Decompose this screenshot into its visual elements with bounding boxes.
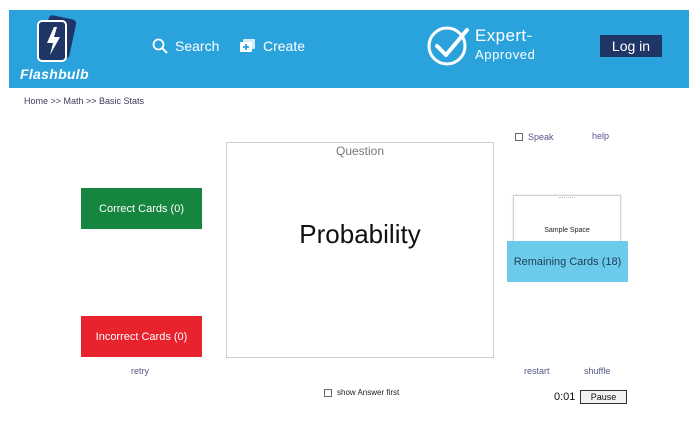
check-circle-icon [427,26,469,66]
nav-create[interactable]: Create [240,36,305,56]
help-link[interactable]: help [592,131,609,141]
speak-option[interactable]: Speak [515,132,554,142]
next-card-text: Sample Space [544,227,590,234]
next-card-preview: Sample Space [513,195,621,243]
search-icon [152,38,168,54]
flashcard-page: Flashbulb Search Create Expert- Approved… [0,0,689,439]
nav-search[interactable]: Search [152,36,219,56]
speak-checkbox[interactable] [515,133,523,141]
show-answer-label: show Answer first [337,388,400,397]
retry-link[interactable]: retry [131,366,149,376]
incorrect-cards-button[interactable]: Incorrect Cards (0) [81,316,202,357]
timer: 0:01 [554,391,576,403]
nav-search-label: Search [175,38,220,54]
badge-line1: Expert- [475,26,533,45]
correct-cards-button[interactable]: Correct Cards (0) [81,188,202,229]
logo-text[interactable]: Flashbulb [20,66,89,82]
show-answer-first-option[interactable]: show Answer first [324,388,399,397]
badge-line2: Approved [475,47,536,62]
expert-approved-badge: Expert- Approved [427,22,547,68]
breadcrumb[interactable]: Home >> Math >> Basic Stats [24,96,144,106]
card-side-label: Question [335,144,385,158]
flashbulb-logo-icon[interactable] [33,15,77,65]
shuffle-link[interactable]: shuffle [584,366,610,376]
pause-button[interactable]: Pause [580,390,627,404]
nav-create-label: Create [263,38,306,54]
remaining-cards-button[interactable]: Remaining Cards (18) [507,241,628,282]
card-term: Probability [299,219,421,249]
flashcard[interactable]: Question Probability [226,142,494,358]
login-button[interactable]: Log in [600,35,662,57]
speak-label: Speak [528,132,554,142]
restart-link[interactable]: restart [524,366,550,376]
show-answer-checkbox[interactable] [324,388,332,397]
site-header: Flashbulb Search Create Expert- Approved… [9,10,689,88]
add-card-icon [240,39,255,52]
card-dots [559,197,575,199]
